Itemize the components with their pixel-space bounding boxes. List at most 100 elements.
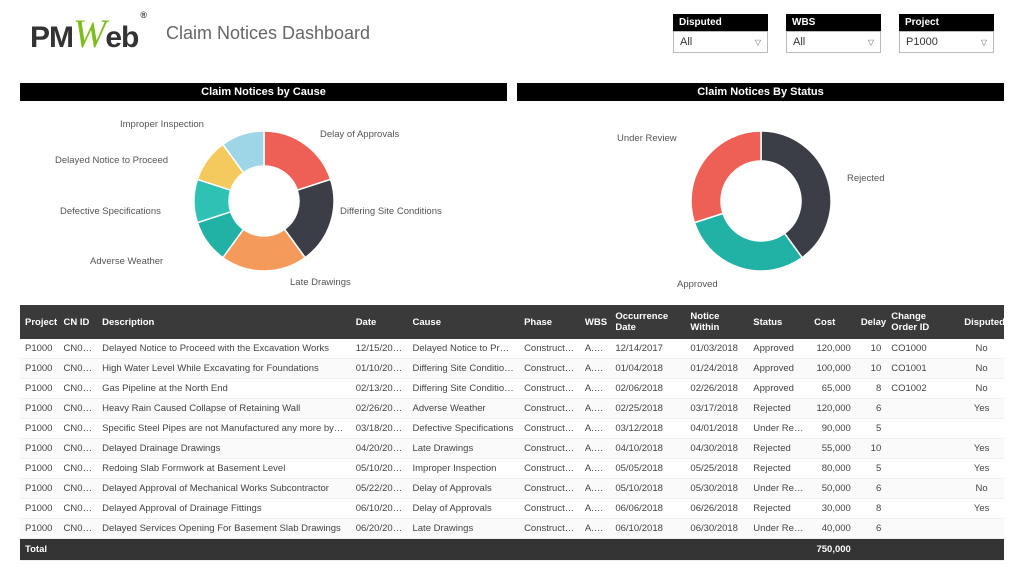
filter-bar: Disputed All ▽ WBS All ▽ Project P1000 ▽ (673, 14, 994, 53)
cell-wbs: A.1.1 (580, 379, 610, 399)
th-coid[interactable]: Change Order ID (886, 305, 959, 339)
cell-wbs: A.1.2 (580, 499, 610, 519)
table-row[interactable]: P1000CN002High Water Level While Excavat… (20, 359, 1004, 379)
chart-cause-label: Improper Inspection (120, 119, 204, 130)
cell-desc: Delayed Drainage Drawings (97, 439, 351, 459)
table-row[interactable]: P1000CN004Heavy Rain Caused Collapse of … (20, 399, 1004, 419)
filter-project-value: P1000 (906, 36, 938, 48)
chart-cause-label: Defective Specifications (60, 206, 161, 217)
cell-cost: 90,000 (809, 419, 856, 439)
logo-text-eb: eb (105, 21, 138, 54)
filter-disputed-value: All (680, 36, 692, 48)
cell-coid: CO1000 (886, 339, 959, 359)
filter-wbs-select[interactable]: All ▽ (786, 31, 881, 53)
th-cost[interactable]: Cost (809, 305, 856, 339)
filter-wbs: WBS All ▽ (786, 14, 881, 53)
cell-project: P1000 (20, 499, 59, 519)
cell-notice: 06/26/2018 (685, 499, 748, 519)
dashboard-header: PMWeb® Claim Notices Dashboard Disputed … (0, 0, 1024, 63)
filter-project-select[interactable]: P1000 ▽ (899, 31, 994, 53)
th-disputed[interactable]: Disputed (959, 305, 1004, 339)
cell-notice: 01/24/2018 (685, 359, 748, 379)
chart-status-title: Claim Notices By Status (517, 83, 1004, 101)
cell-cause: Differing Site Conditions (407, 379, 519, 399)
th-notice[interactable]: Notice Within (685, 305, 748, 339)
table-row[interactable]: P1000CN001Delayed Notice to Proceed with… (20, 339, 1004, 359)
cell-phase: Construction (519, 359, 580, 379)
cell-date: 05/10/2018 (351, 459, 408, 479)
th-date[interactable]: Date (351, 305, 408, 339)
cell-occ: 02/06/2018 (610, 379, 685, 399)
cell-project: P1000 (20, 459, 59, 479)
table-row[interactable]: P1000CN003Gas Pipeline at the North End0… (20, 379, 1004, 399)
table-row[interactable]: P1000CN005Specific Steel Pipes are not M… (20, 419, 1004, 439)
table-row[interactable]: P1000CN008Delayed Approval of Mechanical… (20, 479, 1004, 499)
cell-wbs: A.1.1 (580, 339, 610, 359)
cell-cost: 65,000 (809, 379, 856, 399)
cell-cause: Differing Site Conditions (407, 359, 519, 379)
data-table: Project CN ID Description Date Cause Pha… (20, 305, 1004, 561)
donut-slice[interactable] (691, 131, 761, 223)
cell-desc: Delayed Approval of Drainage Fittings (97, 499, 351, 519)
th-project[interactable]: Project (20, 305, 59, 339)
table-row[interactable]: P1000CN007Redoing Slab Formwork at Basem… (20, 459, 1004, 479)
cell-status: Approved (748, 359, 809, 379)
cell-coid (886, 439, 959, 459)
cell-project: P1000 (20, 339, 59, 359)
cell-notice: 05/25/2018 (685, 459, 748, 479)
cell-notice: 01/03/2018 (685, 339, 748, 359)
cell-notice: 02/26/2018 (685, 379, 748, 399)
cell-desc: Specific Steel Pipes are not Manufacture… (97, 419, 351, 439)
cell-status: Approved (748, 379, 809, 399)
cell-cost: 120,000 (809, 339, 856, 359)
th-occ[interactable]: Occurrence Date (610, 305, 685, 339)
cell-wbs: A.1.1 (580, 359, 610, 379)
cell-disputed: Yes (959, 399, 1004, 419)
cell-disputed: No (959, 359, 1004, 379)
chart-status[interactable]: Rejected Approved Under Review (517, 101, 1004, 301)
cell-coid (886, 499, 959, 519)
cell-wbs: A.1.1 (580, 439, 610, 459)
page-title: Claim Notices Dashboard (166, 23, 370, 44)
donut-slice[interactable] (761, 131, 831, 258)
cell-coid (886, 419, 959, 439)
total-label: Total (20, 539, 809, 561)
th-cause[interactable]: Cause (407, 305, 519, 339)
chart-cause-card: Claim Notices by Cause Delay of Approval… (20, 83, 507, 301)
th-wbs[interactable]: WBS (580, 305, 610, 339)
th-cnid[interactable]: CN ID (59, 305, 98, 339)
th-delay[interactable]: Delay (856, 305, 886, 339)
cell-date: 06/20/2018 (351, 519, 408, 539)
cell-cnid: CN002 (59, 359, 98, 379)
cell-phase: Construction (519, 479, 580, 499)
th-desc[interactable]: Description (97, 305, 351, 339)
table-row[interactable]: P1000CN009Delayed Approval of Drainage F… (20, 499, 1004, 519)
cell-coid (886, 479, 959, 499)
cell-coid (886, 399, 959, 419)
total-cost: 750,000 (809, 539, 856, 561)
th-status[interactable]: Status (748, 305, 809, 339)
cell-cost: 120,000 (809, 399, 856, 419)
cell-notice: 06/30/2018 (685, 519, 748, 539)
cell-delay: 5 (856, 459, 886, 479)
cell-project: P1000 (20, 359, 59, 379)
filter-project-label: Project (899, 14, 994, 31)
donut-slice[interactable] (694, 213, 802, 271)
filter-wbs-value: All (793, 36, 805, 48)
chart-status-label: Approved (677, 279, 718, 290)
cell-cnid: CN005 (59, 419, 98, 439)
table-row[interactable]: P1000CN010Delayed Services Opening For B… (20, 519, 1004, 539)
chart-cause[interactable]: Delay of Approvals Differing Site Condit… (20, 101, 507, 301)
cell-cnid: CN003 (59, 379, 98, 399)
total-row: Total750,000 (20, 539, 1004, 561)
th-phase[interactable]: Phase (519, 305, 580, 339)
cell-desc: Delayed Approval of Mechanical Works Sub… (97, 479, 351, 499)
cell-delay: 6 (856, 519, 886, 539)
logo-reg: ® (140, 10, 146, 20)
cell-cause: Late Drawings (407, 439, 519, 459)
cell-desc: Delayed Notice to Proceed with the Excav… (97, 339, 351, 359)
cell-cost: 30,000 (809, 499, 856, 519)
table-row[interactable]: P1000CN006Delayed Drainage Drawings04/20… (20, 439, 1004, 459)
filter-disputed-select[interactable]: All ▽ (673, 31, 768, 53)
cell-date: 06/10/2018 (351, 499, 408, 519)
